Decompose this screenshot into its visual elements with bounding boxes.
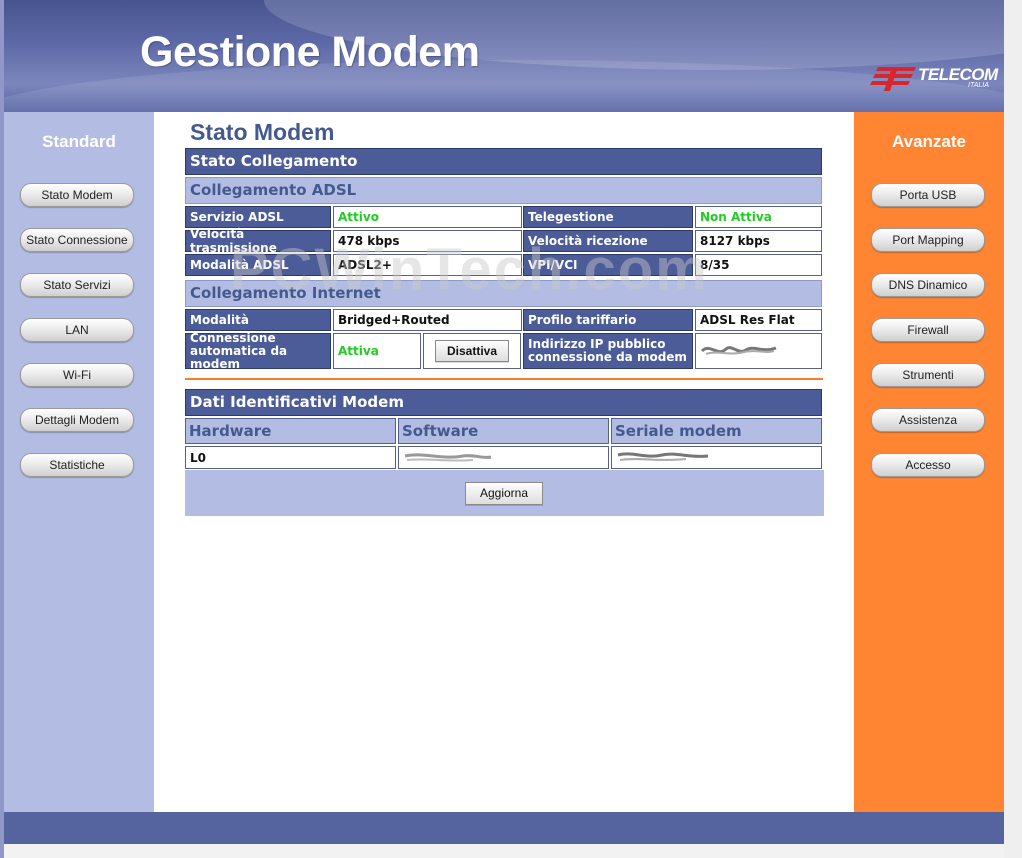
label-velocita-ricezione: Velocità ricezione [523,230,693,252]
window-right-border [1004,0,1022,858]
value-velocita-ricezione: 8127 kbps [695,230,822,252]
section-stato-collegamento: Stato Collegamento [185,148,822,175]
main-content: Stato Modem Stato Collegamento Collegame… [154,112,854,812]
label-connessione-automatica: Connessione automatica da modem [185,330,331,371]
redaction-scribble-icon [700,346,777,355]
value-profilo-tariffario: ADSL Res Flat [695,309,822,331]
sidebar-title-avanzate: Avanzate [891,132,966,151]
value-velocita-trasmissione: 478 kbps [333,230,522,252]
telecom-logo: TELECOM ITALIA [870,64,998,96]
label-telegestione: Telegestione [523,206,693,228]
nav-assistenza-button[interactable]: Assistenza [871,408,985,432]
value-seriale-redacted [611,446,822,469]
value-telegestione: Non Attiva [695,206,822,228]
col-header-seriale: Seriale modem [611,418,822,444]
header-banner: Gestione Modem TELECOM ITALIA [4,0,1004,112]
value-connessione-automatica: Attiva [333,333,421,369]
redaction-scribble-icon [617,451,709,461]
value-indirizzo-ip-redacted [695,333,822,369]
nav-port-mapping-button[interactable]: Port Mapping [871,228,985,252]
logo-subtext: ITALIA [968,82,989,89]
disattiva-cell: Disattiva [423,333,521,369]
footer-bar [4,812,1004,844]
nav-statistiche-button[interactable]: Statistiche [20,453,134,477]
label-servizio-adsl: Servizio ADSL [185,206,331,228]
nav-firewall-button[interactable]: Firewall [871,318,985,342]
label-vpi-vci: VPI/VCI [523,254,693,276]
col-header-software: Software [398,418,609,444]
label-indirizzo-ip: Indirizzo IP pubblico connessione da mod… [523,333,693,369]
redaction-scribble-icon [404,452,492,462]
section-collegamento-adsl: Collegamento ADSL [185,177,822,204]
label-velocita-trasmissione: Velocità trasmissione [185,227,331,255]
sidebar-avanzate: Avanzate Porta USB Port Mapping DNS Dina… [854,112,1004,812]
label-ip-line2: connessione da modem [528,350,687,364]
label-modalita-adsl: Modalità ADSL [185,254,331,276]
sidebar-title-standard: Standard [42,132,116,151]
label-connessione-line2: automatica da modem [190,343,288,371]
value-modalita-adsl: ADSL2+ [333,254,522,276]
value-vpi-vci: 8/35 [695,254,822,276]
value-modalita: Bridged+Routed [333,309,522,331]
nav-strumenti-button[interactable]: Strumenti [871,363,985,387]
nav-accesso-button[interactable]: Accesso [871,453,985,477]
nav-dns-dinamico-button[interactable]: DNS Dinamico [871,273,985,297]
col-header-hardware: Hardware [185,418,396,444]
nav-stato-connessione-button[interactable]: Stato Connessione [20,228,134,252]
label-modalita: Modalità [185,309,331,331]
nav-stato-modem-button[interactable]: Stato Modem [20,183,134,207]
nav-wifi-button[interactable]: Wi-Fi [20,363,134,387]
orange-divider [185,378,823,380]
sidebar-standard: Standard Stato Modem Stato Connessione S… [4,112,154,812]
value-servizio-adsl: Attivo [333,206,522,228]
app-title: Gestione Modem [140,28,480,76]
nav-stato-servizi-button[interactable]: Stato Servizi [20,273,134,297]
nav-dettagli-modem-button[interactable]: Dettagli Modem [20,408,134,432]
disattiva-button[interactable]: Disattiva [435,340,509,362]
page-title: Stato Modem [190,119,335,145]
nav-porta-usb-button[interactable]: Porta USB [871,183,985,207]
section-dati-identificativi: Dati Identificativi Modem [185,389,822,416]
telecom-logo-mark-icon [870,67,916,91]
value-software-redacted [398,446,609,469]
label-connessione-line1: Connessione [190,330,276,345]
footer-margin [4,844,1004,858]
label-profilo-tariffario: Profilo tariffario [523,309,693,331]
section-collegamento-internet: Collegamento Internet [185,280,822,307]
nav-lan-button[interactable]: LAN [20,318,134,342]
value-hardware: L0 [185,446,396,469]
aggiorna-panel: Aggiorna [185,470,824,516]
aggiorna-button[interactable]: Aggiorna [465,482,543,505]
